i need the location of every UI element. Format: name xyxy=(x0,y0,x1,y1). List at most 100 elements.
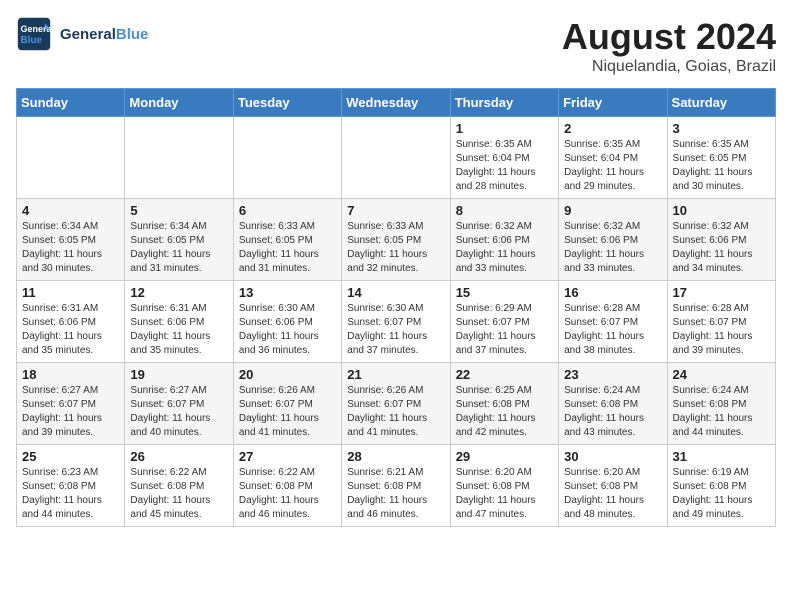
day-number: 17 xyxy=(673,285,770,300)
calendar-cell: 27 Sunrise: 6:22 AMSunset: 6:08 PMDayligh… xyxy=(233,445,341,527)
calendar-cell: 19 Sunrise: 6:27 AMSunset: 6:07 PMDayligh… xyxy=(125,363,233,445)
day-number: 13 xyxy=(239,285,336,300)
day-number: 21 xyxy=(347,367,444,382)
day-info: Sunrise: 6:26 AMSunset: 6:07 PMDaylight:… xyxy=(239,384,336,440)
day-number: 2 xyxy=(564,121,661,136)
calendar-cell: 5 Sunrise: 6:34 AMSunset: 6:05 PMDaylight… xyxy=(125,199,233,281)
calendar-cell: 4 Sunrise: 6:34 AMSunset: 6:05 PMDaylight… xyxy=(17,199,125,281)
weekday-header-monday: Monday xyxy=(125,89,233,117)
day-info: Sunrise: 6:34 AMSunset: 6:05 PMDaylight:… xyxy=(130,220,227,276)
day-number: 14 xyxy=(347,285,444,300)
day-info: Sunrise: 6:32 AMSunset: 6:06 PMDaylight:… xyxy=(564,220,661,276)
day-number: 8 xyxy=(456,203,553,218)
calendar-cell xyxy=(342,117,450,199)
day-info: Sunrise: 6:20 AMSunset: 6:08 PMDaylight:… xyxy=(456,466,553,522)
weekday-header-sunday: Sunday xyxy=(17,89,125,117)
calendar-table: SundayMondayTuesdayWednesdayThursdayFrid… xyxy=(16,88,776,527)
calendar-cell: 1Sunrise: 6:35 AMSunset: 6:04 PMDaylight… xyxy=(450,117,558,199)
weekday-header-friday: Friday xyxy=(559,89,667,117)
day-info: Sunrise: 6:30 AMSunset: 6:07 PMDaylight:… xyxy=(347,302,444,358)
day-info: Sunrise: 6:23 AMSunset: 6:08 PMDaylight:… xyxy=(22,466,119,522)
day-number: 11 xyxy=(22,285,119,300)
calendar-cell: 23Sunrise: 6:24 AMSunset: 6:08 PMDayligh… xyxy=(559,363,667,445)
calendar-cell: 18 Sunrise: 6:27 AMSunset: 6:07 PMDayligh… xyxy=(17,363,125,445)
day-info: Sunrise: 6:31 AMSunset: 6:06 PMDaylight:… xyxy=(130,302,227,358)
calendar-cell: 8 Sunrise: 6:32 AMSunset: 6:06 PMDaylight… xyxy=(450,199,558,281)
calendar-cell: 22 Sunrise: 6:25 AMSunset: 6:08 PMDayligh… xyxy=(450,363,558,445)
calendar-week-row: 11 Sunrise: 6:31 AMSunset: 6:06 PMDayligh… xyxy=(17,281,776,363)
day-info: Sunrise: 6:27 AMSunset: 6:07 PMDaylight:… xyxy=(130,384,227,440)
day-info: Sunrise: 6:22 AMSunset: 6:08 PMDaylight:… xyxy=(239,466,336,522)
calendar-cell: 28 Sunrise: 6:21 AMSunset: 6:08 PMDayligh… xyxy=(342,445,450,527)
calendar-cell: 25 Sunrise: 6:23 AMSunset: 6:08 PMDayligh… xyxy=(17,445,125,527)
calendar-cell: 24Sunrise: 6:24 AMSunset: 6:08 PMDayligh… xyxy=(667,363,775,445)
day-info: Sunrise: 6:24 AMSunset: 6:08 PMDaylight:… xyxy=(673,384,770,440)
day-number: 12 xyxy=(130,285,227,300)
day-info: Sunrise: 6:33 AMSunset: 6:05 PMDaylight:… xyxy=(239,220,336,276)
calendar-cell: 3Sunrise: 6:35 AMSunset: 6:05 PMDaylight… xyxy=(667,117,775,199)
weekday-header-row: SundayMondayTuesdayWednesdayThursdayFrid… xyxy=(17,89,776,117)
location: Niquelandia, Goias, Brazil xyxy=(562,58,776,76)
weekday-header-saturday: Saturday xyxy=(667,89,775,117)
day-number: 19 xyxy=(130,367,227,382)
day-info: Sunrise: 6:21 AMSunset: 6:08 PMDaylight:… xyxy=(347,466,444,522)
day-number: 29 xyxy=(456,449,553,464)
calendar-week-row: 18 Sunrise: 6:27 AMSunset: 6:07 PMDayligh… xyxy=(17,363,776,445)
day-number: 25 xyxy=(22,449,119,464)
calendar-cell: 9Sunrise: 6:32 AMSunset: 6:06 PMDaylight… xyxy=(559,199,667,281)
calendar-cell: 17Sunrise: 6:28 AMSunset: 6:07 PMDayligh… xyxy=(667,281,775,363)
calendar-cell xyxy=(125,117,233,199)
day-number: 15 xyxy=(456,285,553,300)
calendar-cell: 29 Sunrise: 6:20 AMSunset: 6:08 PMDayligh… xyxy=(450,445,558,527)
day-info: Sunrise: 6:30 AMSunset: 6:06 PMDaylight:… xyxy=(239,302,336,358)
calendar-cell: 15 Sunrise: 6:29 AMSunset: 6:07 PMDayligh… xyxy=(450,281,558,363)
day-number: 16 xyxy=(564,285,661,300)
day-info: Sunrise: 6:22 AMSunset: 6:08 PMDaylight:… xyxy=(130,466,227,522)
day-info: Sunrise: 6:34 AMSunset: 6:05 PMDaylight:… xyxy=(22,220,119,276)
day-number: 28 xyxy=(347,449,444,464)
day-number: 20 xyxy=(239,367,336,382)
day-number: 31 xyxy=(673,449,770,464)
day-info: Sunrise: 6:19 AMSunset: 6:08 PMDaylight:… xyxy=(673,466,770,522)
logo-text: GeneralBlue xyxy=(60,26,148,43)
day-info: Sunrise: 6:25 AMSunset: 6:08 PMDaylight:… xyxy=(456,384,553,440)
svg-text:Blue: Blue xyxy=(21,35,43,46)
weekday-header-wednesday: Wednesday xyxy=(342,89,450,117)
calendar-cell: 14 Sunrise: 6:30 AMSunset: 6:07 PMDayligh… xyxy=(342,281,450,363)
day-number: 18 xyxy=(22,367,119,382)
calendar-cell: 13 Sunrise: 6:30 AMSunset: 6:06 PMDayligh… xyxy=(233,281,341,363)
day-info: Sunrise: 6:27 AMSunset: 6:07 PMDaylight:… xyxy=(22,384,119,440)
day-number: 10 xyxy=(673,203,770,218)
day-info: Sunrise: 6:28 AMSunset: 6:07 PMDaylight:… xyxy=(564,302,661,358)
page-header: General Blue GeneralBlue August 2024 Niq… xyxy=(16,16,776,76)
day-number: 27 xyxy=(239,449,336,464)
day-number: 1 xyxy=(456,121,553,136)
day-info: Sunrise: 6:32 AMSunset: 6:06 PMDaylight:… xyxy=(673,220,770,276)
day-number: 22 xyxy=(456,367,553,382)
day-info: Sunrise: 6:20 AMSunset: 6:08 PMDaylight:… xyxy=(564,466,661,522)
calendar-week-row: 4 Sunrise: 6:34 AMSunset: 6:05 PMDaylight… xyxy=(17,199,776,281)
calendar-cell: 6 Sunrise: 6:33 AMSunset: 6:05 PMDaylight… xyxy=(233,199,341,281)
day-info: Sunrise: 6:32 AMSunset: 6:06 PMDaylight:… xyxy=(456,220,553,276)
calendar-cell xyxy=(233,117,341,199)
day-info: Sunrise: 6:26 AMSunset: 6:07 PMDaylight:… xyxy=(347,384,444,440)
day-number: 5 xyxy=(130,203,227,218)
day-number: 6 xyxy=(239,203,336,218)
day-number: 26 xyxy=(130,449,227,464)
day-number: 7 xyxy=(347,203,444,218)
calendar-cell: 26 Sunrise: 6:22 AMSunset: 6:08 PMDayligh… xyxy=(125,445,233,527)
title-area: August 2024 Niquelandia, Goias, Brazil xyxy=(562,16,776,76)
day-info: Sunrise: 6:35 AMSunset: 6:04 PMDaylight:… xyxy=(564,138,661,194)
day-number: 4 xyxy=(22,203,119,218)
calendar-cell: 11Sunrise: 6:31 AMSunset: 6:06 PMDayligh… xyxy=(17,281,125,363)
day-info: Sunrise: 6:29 AMSunset: 6:07 PMDaylight:… xyxy=(456,302,553,358)
calendar-cell: 30Sunrise: 6:20 AMSunset: 6:08 PMDayligh… xyxy=(559,445,667,527)
logo-icon: General Blue xyxy=(16,16,52,52)
weekday-header-thursday: Thursday xyxy=(450,89,558,117)
calendar-cell: 20 Sunrise: 6:26 AMSunset: 6:07 PMDayligh… xyxy=(233,363,341,445)
calendar-cell: 31 Sunrise: 6:19 AMSunset: 6:08 PMDayligh… xyxy=(667,445,775,527)
calendar-cell: 16 Sunrise: 6:28 AMSunset: 6:07 PMDayligh… xyxy=(559,281,667,363)
calendar-cell: 21 Sunrise: 6:26 AMSunset: 6:07 PMDayligh… xyxy=(342,363,450,445)
day-info: Sunrise: 6:24 AMSunset: 6:08 PMDaylight:… xyxy=(564,384,661,440)
calendar-week-row: 1 Sunrise: 6:35 AMSunset: 6:04 PMDaylight… xyxy=(17,117,776,199)
